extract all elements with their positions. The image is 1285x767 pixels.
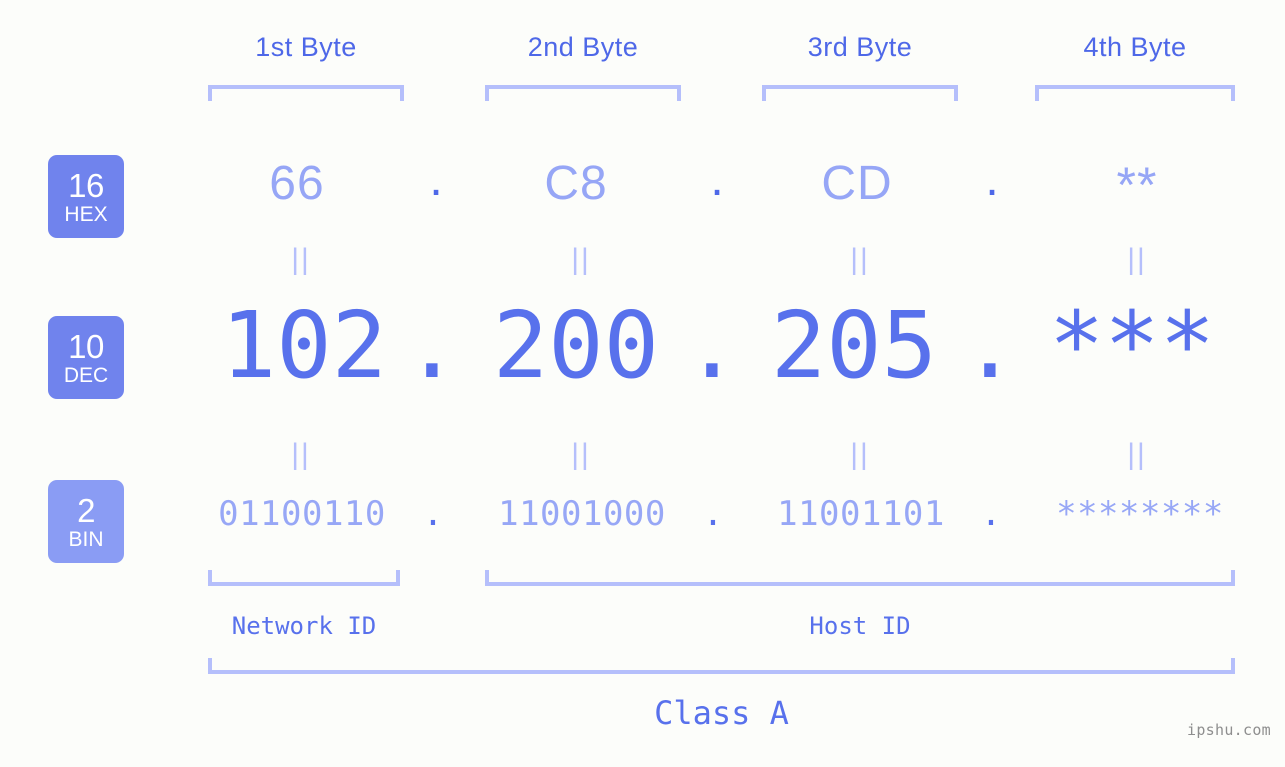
byte-header-label-4: 4th Byte: [1083, 32, 1187, 62]
network-id-bracket: [208, 570, 400, 586]
hex-separator-2: .: [710, 153, 724, 206]
hex-value-byte-4: **: [1116, 157, 1158, 213]
bin-separator-3: .: [980, 494, 1002, 534]
host-id-bracket: [485, 570, 1235, 586]
equals-marker-dec-bin-4: ||: [1127, 438, 1147, 471]
base-badge-hex: 16 HEX: [48, 155, 124, 238]
dec-value-byte-4: ***: [1048, 292, 1216, 399]
network-id-label: Network ID: [231, 612, 377, 640]
bin-value-byte-1: 01100110: [218, 494, 386, 534]
equals-marker-dec-bin-2: ||: [571, 438, 591, 471]
bin-separator-2: .: [702, 494, 724, 534]
byte-header-label-3: 3rd Byte: [807, 32, 913, 62]
equals-marker-hex-dec-4: ||: [1127, 243, 1147, 276]
dec-separator-3: .: [962, 292, 1018, 399]
hex-separator-3: .: [985, 153, 999, 206]
base-badge-dec-number: 10: [68, 327, 104, 365]
equals-marker-dec-bin-1: ||: [291, 438, 311, 471]
bin-value-byte-2: 11001000: [498, 494, 666, 534]
byte-bracket-4: [1035, 85, 1235, 101]
bin-separator-1: .: [422, 494, 444, 534]
bin-value-byte-3: 11001101: [777, 494, 945, 534]
site-watermark: ipshu.com: [1187, 721, 1271, 739]
host-id-label: Host ID: [809, 612, 911, 640]
dec-value-byte-3: 205: [770, 292, 938, 399]
byte-header-label-1: 1st Byte: [255, 32, 357, 62]
dec-value-byte-1: 102: [220, 292, 388, 399]
equals-marker-hex-dec-3: ||: [850, 243, 870, 276]
hex-value-byte-1: 66: [269, 157, 325, 210]
hex-separator-1: .: [429, 153, 443, 206]
base-badge-dec-name: DEC: [63, 363, 109, 387]
bin-value-byte-4: ********: [1056, 494, 1224, 534]
ip-address-breakdown-diagram: 1st Byte 2nd Byte 3rd Byte 4th Byte 16 H…: [0, 0, 1285, 767]
base-badge-dec: 10 DEC: [48, 316, 124, 399]
dec-value-byte-2: 200: [492, 292, 660, 399]
base-badge-bin-number: 2: [77, 491, 95, 529]
base-badge-hex-number: 16: [68, 166, 104, 204]
dec-separator-2: .: [684, 292, 740, 399]
dec-separator-1: .: [404, 292, 460, 399]
equals-marker-dec-bin-3: ||: [850, 438, 870, 471]
equals-marker-hex-dec-1: ||: [291, 243, 311, 276]
base-badge-bin-name: BIN: [68, 527, 104, 551]
class-bracket: [208, 658, 1235, 674]
equals-marker-hex-dec-2: ||: [571, 243, 591, 276]
base-badge-bin: 2 BIN: [48, 480, 124, 563]
class-label: Class A: [654, 694, 789, 732]
byte-bracket-1: [208, 85, 404, 101]
byte-bracket-3: [762, 85, 958, 101]
byte-header-label-2: 2nd Byte: [527, 32, 639, 62]
hex-value-byte-2: C8: [544, 157, 608, 210]
hex-value-byte-3: CD: [821, 157, 893, 210]
base-badge-hex-name: HEX: [64, 202, 108, 226]
byte-bracket-2: [485, 85, 681, 101]
